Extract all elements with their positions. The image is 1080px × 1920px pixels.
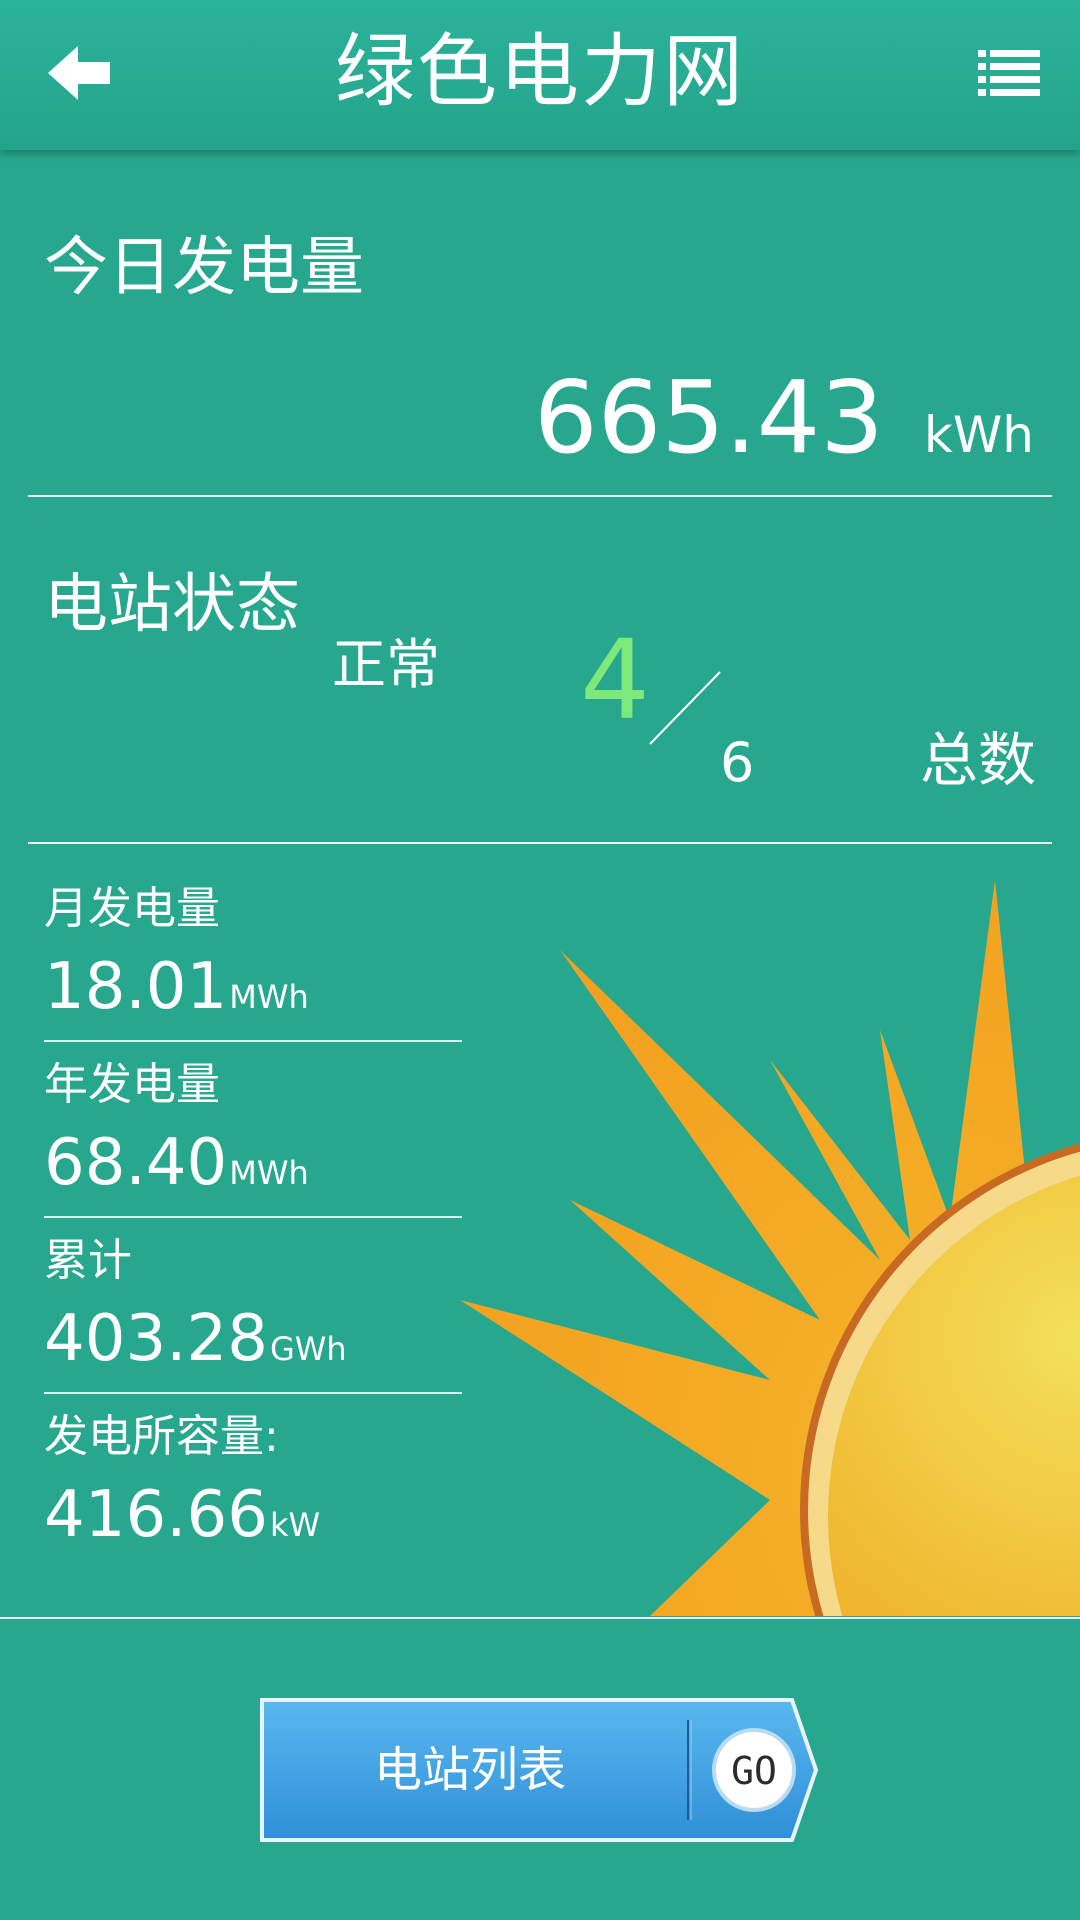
stat-number: 68.40 xyxy=(44,1126,228,1200)
stat-label: 年发电量 xyxy=(44,1059,220,1110)
stat-unit: MWh xyxy=(229,978,309,1016)
station-status-label: 电站状态 xyxy=(44,568,300,642)
page-title: 绿色电力网 xyxy=(335,25,745,118)
station-list-button[interactable]: 电站列表 GO xyxy=(260,1698,818,1842)
stat-unit: GWh xyxy=(269,1330,347,1368)
stat-year: 年发电量 68.40MWh xyxy=(44,1058,464,1210)
total-label: 总数 xyxy=(919,726,1036,794)
stat-divider xyxy=(44,1216,462,1218)
svg-text:GO: GO xyxy=(731,1749,777,1793)
stat-divider xyxy=(44,1040,462,1042)
go-icon: GO xyxy=(710,1726,798,1814)
today-generation-value: 665.43 kWh xyxy=(534,358,1034,478)
stat-unit: MWh xyxy=(229,1154,309,1192)
stat-value: 416.66kW xyxy=(44,1478,464,1562)
stat-unit: kW xyxy=(269,1506,321,1544)
normal-label: 正常 xyxy=(332,633,440,696)
divider xyxy=(28,495,1052,497)
list-menu-icon[interactable] xyxy=(978,48,1040,98)
sun-illustration xyxy=(440,860,1080,1616)
stat-cumulative: 累计 403.28GWh xyxy=(44,1234,464,1386)
today-generation-unit: kWh xyxy=(923,406,1034,464)
divider xyxy=(28,842,1052,844)
stat-label: 累计 xyxy=(44,1235,132,1286)
stat-divider xyxy=(44,1392,462,1394)
divider xyxy=(0,1617,1080,1619)
stat-capacity: 发电所容量: 416.66kW xyxy=(44,1410,464,1562)
app-header: 绿色电力网 xyxy=(0,0,1080,150)
stat-number: 416.66 xyxy=(44,1478,268,1552)
total-count: 6 xyxy=(720,731,755,794)
today-generation-number: 665.43 xyxy=(534,359,884,476)
stat-number: 403.28 xyxy=(44,1302,268,1376)
station-list-label: 电站列表 xyxy=(373,1742,566,1798)
stat-value: 68.40MWh xyxy=(44,1126,464,1210)
stat-value: 18.01MWh xyxy=(44,950,464,1034)
normal-count: 4 xyxy=(580,616,650,744)
today-generation-label: 今日发电量 xyxy=(44,231,364,305)
stat-value: 403.28GWh xyxy=(44,1302,464,1386)
stat-number: 18.01 xyxy=(44,950,228,1024)
stat-label: 月发电量 xyxy=(44,883,220,934)
stat-month: 月发电量 18.01MWh xyxy=(44,882,464,1034)
stat-label: 发电所容量: xyxy=(44,1411,279,1462)
